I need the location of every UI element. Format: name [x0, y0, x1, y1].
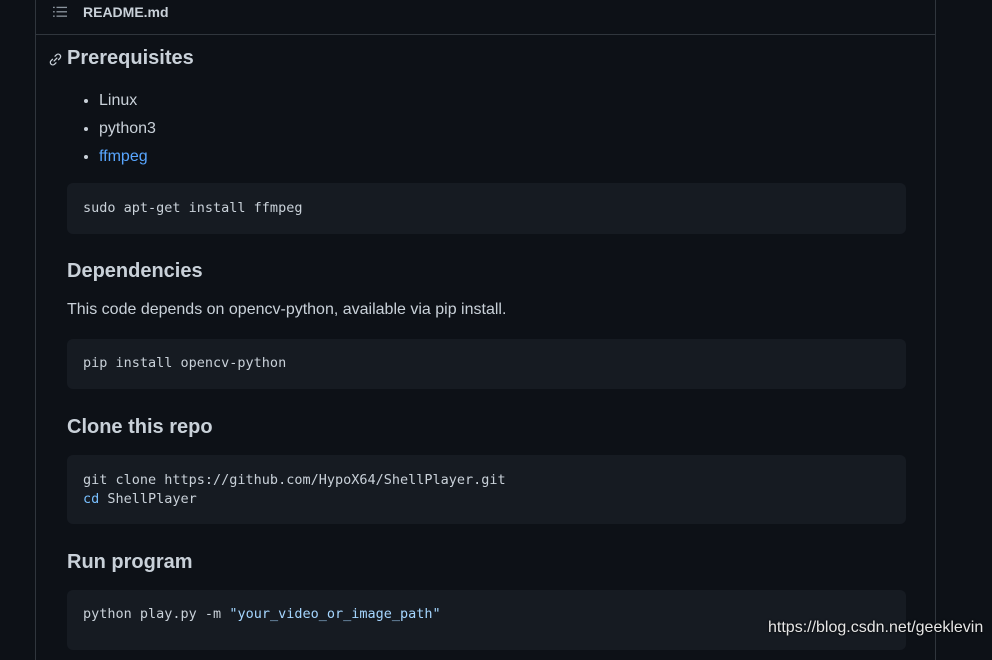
ffmpeg-link[interactable]: ffmpeg [99, 148, 148, 165]
code-text: python play.py -m [83, 606, 230, 622]
heading-dependencies: Dependencies [67, 260, 203, 282]
code-block-git-clone[interactable]: git clone https://github.com/HypoX64/She… [67, 455, 906, 524]
list-item: python3 [99, 115, 156, 143]
list-item: ffmpeg [99, 143, 156, 171]
code-text: sudo apt-get install ffmpeg [83, 200, 303, 216]
table-of-contents-icon[interactable] [53, 5, 67, 19]
code-keyword: cd [83, 491, 100, 507]
code-string: "your_video_or_image_path" [229, 606, 441, 622]
heading-run-program: Run program [67, 551, 193, 573]
code-text: git clone https://github.com/HypoX64/She… [83, 472, 506, 488]
readme-filename: README.md [83, 4, 169, 20]
code-block-install-ffmpeg[interactable]: sudo apt-get install ffmpeg [67, 183, 906, 234]
heading-clone-repo: Clone this repo [67, 416, 213, 438]
code-text: pip install opencv-python [83, 355, 287, 371]
list-item: Linux [99, 87, 156, 115]
readme-header: README.md [36, 0, 935, 35]
code-block-pip-install[interactable]: pip install opencv-python [67, 339, 906, 389]
prerequisites-list: Linux python3 ffmpeg [84, 87, 156, 171]
watermark: https://blog.csdn.net/geeklevin [768, 619, 984, 636]
dependencies-description: This code depends on opencv-python, avai… [67, 301, 507, 318]
heading-prerequisites: Prerequisites [67, 47, 194, 69]
readme-panel: README.md Prerequisites Linux python3 ff… [35, 0, 936, 660]
code-text: ShellPlayer [99, 491, 197, 507]
anchor-link-icon[interactable] [48, 52, 63, 67]
